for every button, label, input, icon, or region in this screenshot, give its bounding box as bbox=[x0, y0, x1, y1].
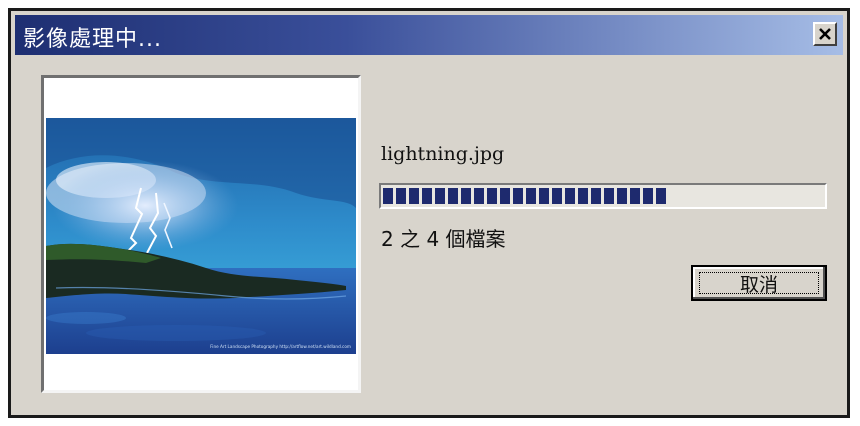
image-preview-frame: Fine Art Landscape Photography http://ar… bbox=[41, 75, 361, 393]
progress-bar bbox=[379, 183, 827, 209]
title-bar[interactable]: 影像處理中... bbox=[15, 15, 843, 55]
cancel-button-label: 取消 bbox=[699, 272, 819, 296]
window-title: 影像處理中... bbox=[23, 27, 162, 52]
photo-watermark: Fine Art Landscape Photography http://ar… bbox=[210, 344, 351, 349]
lightning-photo: Fine Art Landscape Photography http://ar… bbox=[46, 118, 356, 354]
current-filename: lightning.jpg bbox=[381, 143, 505, 165]
cancel-button[interactable]: 取消 bbox=[691, 265, 827, 301]
close-button[interactable] bbox=[813, 22, 837, 46]
close-icon bbox=[819, 28, 831, 40]
file-count-status: 2 之 4 個檔案 bbox=[381, 227, 506, 251]
progress-fill bbox=[383, 188, 666, 204]
progress-dialog: 影像處理中... Fine Art Landscape Photography … bbox=[8, 8, 850, 418]
